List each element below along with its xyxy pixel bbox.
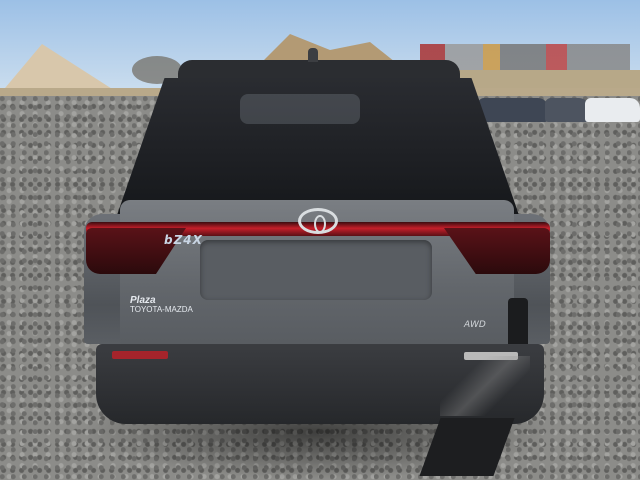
brand-emblem-icon: [298, 208, 338, 234]
photo-scene: bZ4X Plaza TOYOTA-MAZDA AWD: [0, 0, 640, 480]
left-reflector: [112, 351, 168, 359]
license-plate-recess: [200, 240, 432, 300]
dealer-name: Plaza: [130, 295, 156, 306]
window-reflection: [240, 94, 360, 124]
dealer-subtitle: TOYOTA-MAZDA: [130, 305, 193, 314]
suv-rear-view: bZ4X Plaza TOYOTA-MAZDA AWD: [80, 48, 550, 480]
awd-badge: AWD: [464, 320, 486, 330]
dealer-badge: Plaza TOYOTA-MAZDA: [130, 295, 193, 315]
model-badge: bZ4X: [164, 233, 203, 247]
shark-fin-antenna: [308, 48, 318, 62]
parked-car: [585, 98, 640, 122]
parked-car: [545, 98, 589, 122]
bumper-damage: [440, 356, 530, 416]
